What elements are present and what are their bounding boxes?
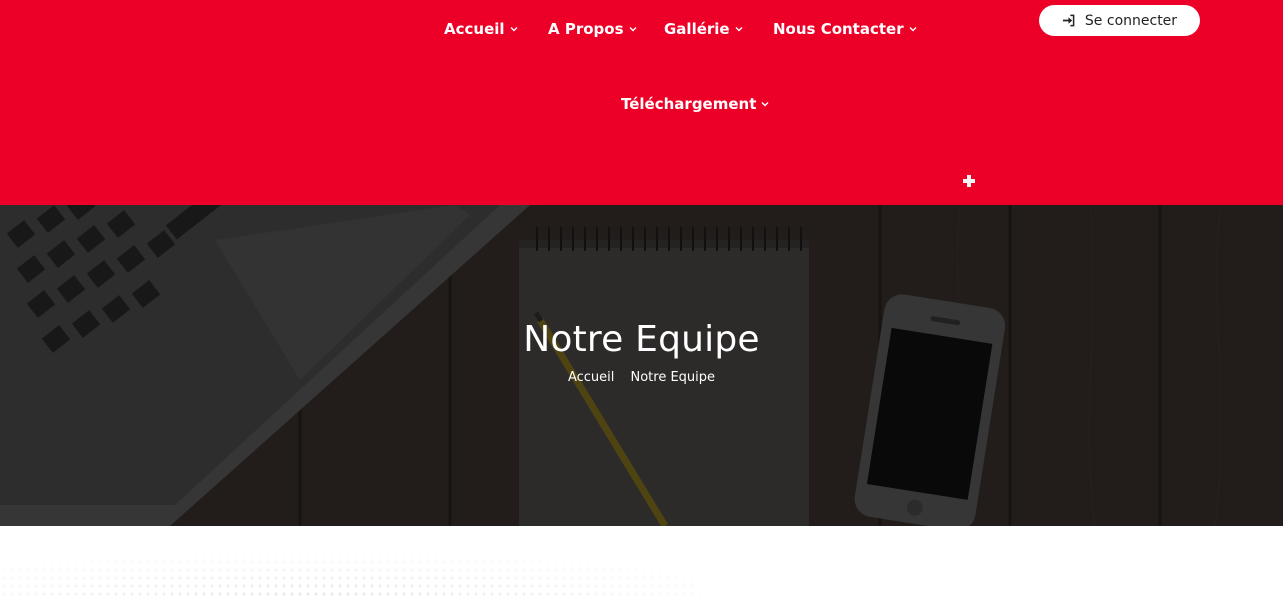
nav-item-label: Gallérie <box>664 20 730 38</box>
chevron-down-icon <box>735 27 743 32</box>
chevron-down-icon <box>629 27 636 32</box>
breadcrumb-item-current: Notre Equipe <box>630 370 716 385</box>
breadcrumb: Accueil Notre Equipe <box>0 370 1283 385</box>
chevron-down-icon <box>761 102 769 107</box>
nav-item-label: A Propos <box>548 20 624 38</box>
nav-item-nous-contacter[interactable]: Nous Contacter <box>773 20 918 38</box>
login-button[interactable]: Se connecter <box>1039 5 1200 36</box>
plus-icon[interactable] <box>962 174 976 188</box>
nav-item-telechargement[interactable]: Téléchargement <box>621 95 770 113</box>
chevron-down-icon <box>909 27 917 32</box>
banner-background-image <box>0 205 1283 526</box>
nav-item-a-propos[interactable]: A Propos <box>548 20 638 38</box>
content-area <box>0 526 1283 597</box>
login-label: Se connecter <box>1084 12 1178 29</box>
chevron-down-icon <box>510 27 518 32</box>
site-header: Accueil A Propos Gallérie Nous Contacter… <box>0 0 1283 205</box>
breadcrumb-item-home[interactable]: Accueil <box>568 370 614 385</box>
sign-in-icon <box>1062 14 1075 27</box>
nav-item-label: Accueil <box>444 20 505 38</box>
page-title: Notre Equipe <box>523 319 760 360</box>
nav-item-label: Téléchargement <box>621 95 757 113</box>
nav-item-accueil[interactable]: Accueil <box>444 20 519 38</box>
dot-pattern-decoration <box>0 526 700 597</box>
nav-item-label: Nous Contacter <box>773 20 904 38</box>
page-banner: Notre Equipe Accueil Notre Equipe <box>0 205 1283 526</box>
nav-item-gallerie[interactable]: Gallérie <box>664 20 744 38</box>
